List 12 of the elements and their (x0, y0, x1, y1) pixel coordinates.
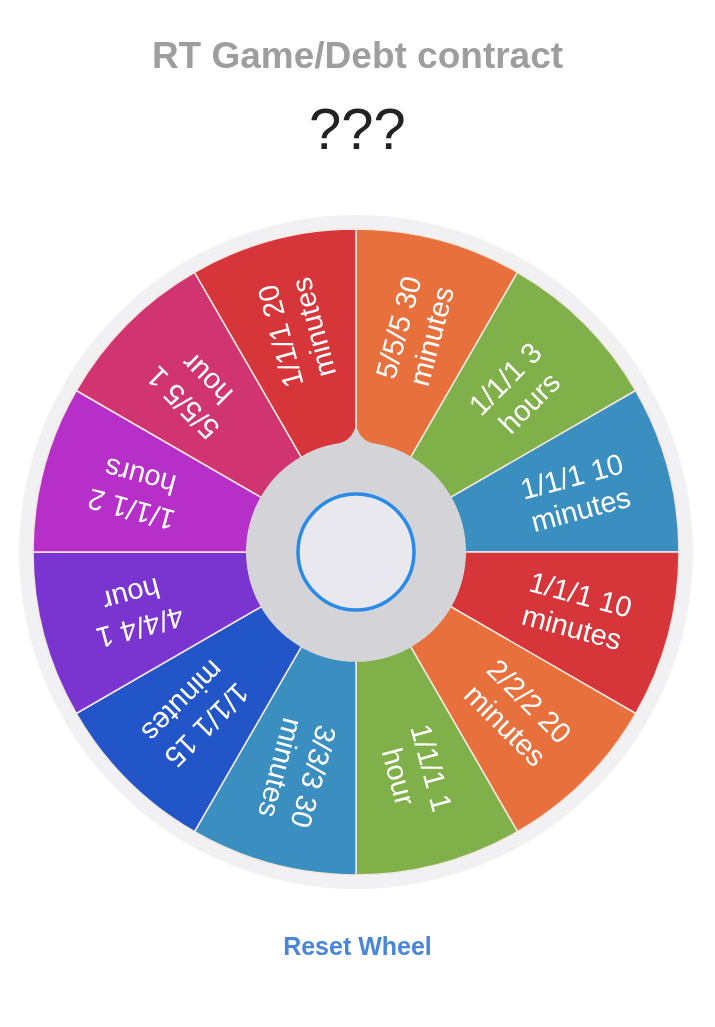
segment-label: 1/1/1 20 minutes (251, 274, 342, 392)
segment-label: 1/1/1 10 minutes (518, 566, 636, 657)
segment-label: 5/5/5 30 minutes (369, 273, 461, 390)
reset-wheel-button[interactable]: Reset Wheel (279, 926, 436, 968)
spin-result: ??? (309, 96, 406, 161)
segment-label: 1/1/1 2 hours (84, 452, 180, 537)
segment-label: 4/4/4 1 hour (93, 572, 188, 655)
segment-label: 3/3/3 30 minutes (251, 715, 343, 832)
spin-button[interactable] (296, 492, 416, 613)
wheel-title: RT Game/Debt contract (151, 36, 564, 77)
segment-label: 1/1/1 10 minutes (517, 448, 634, 539)
segment-label: 1/1/1 1 hour (375, 721, 459, 816)
